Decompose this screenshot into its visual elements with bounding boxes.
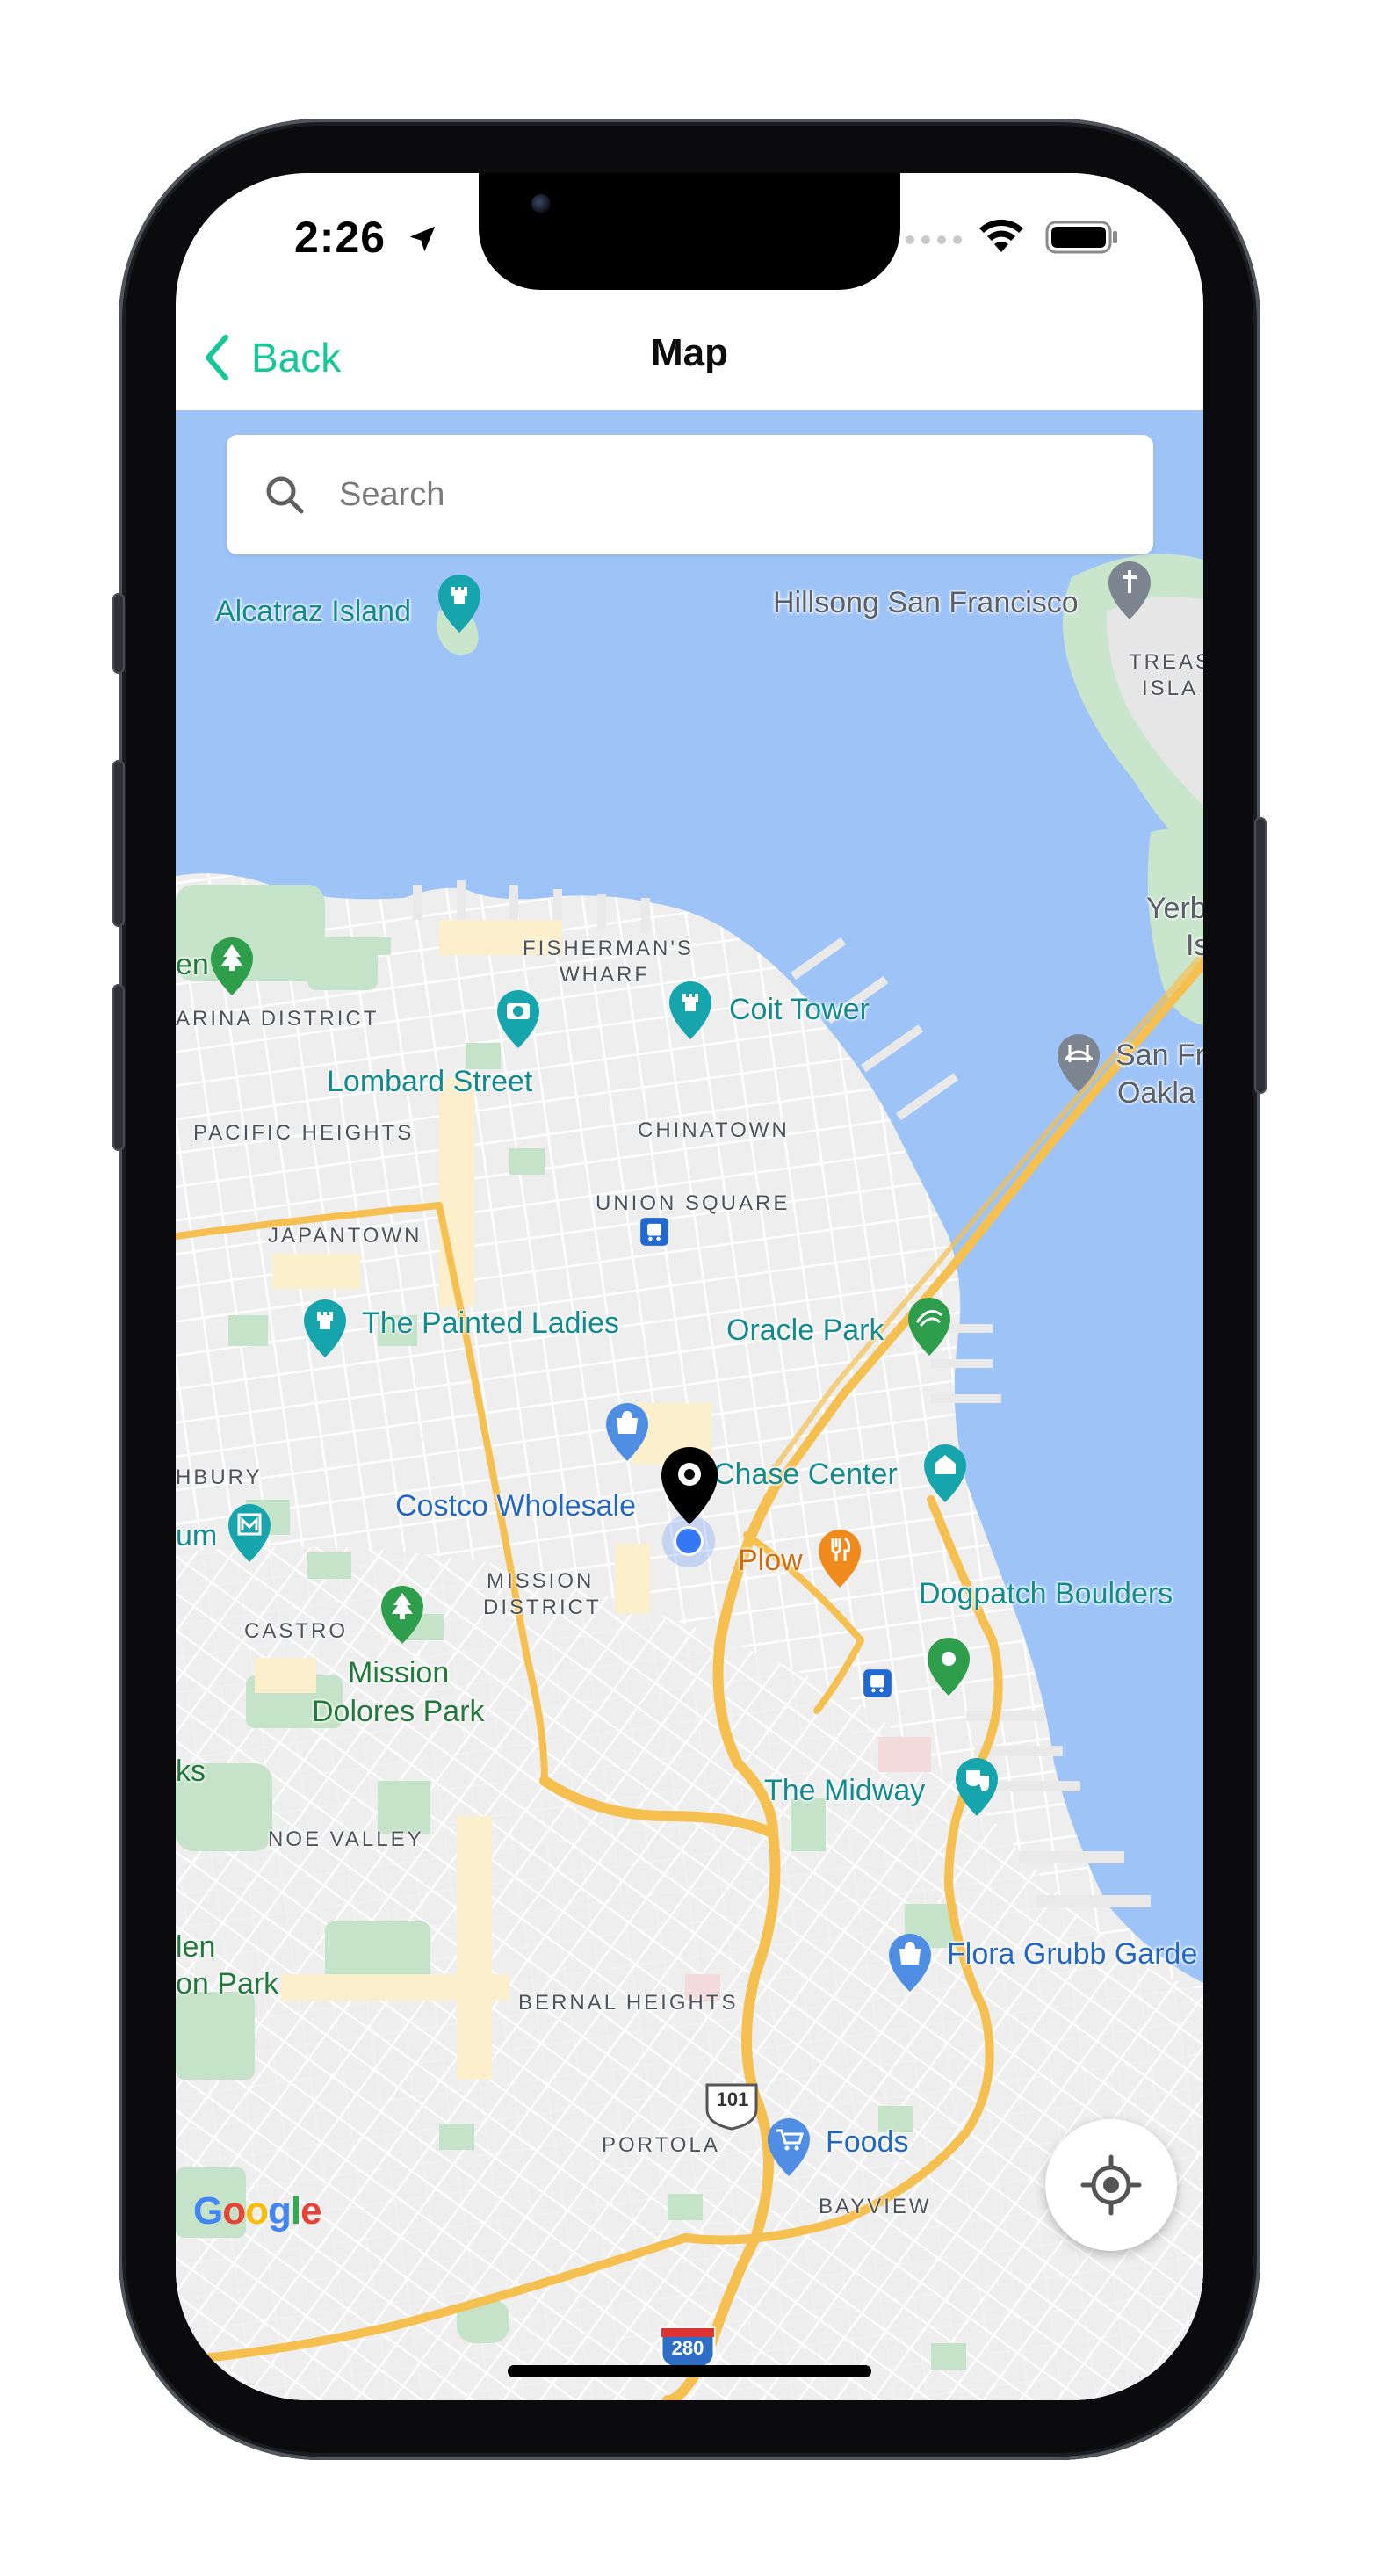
shopping-pin-icon[interactable] [885,1932,935,1994]
park-pin-icon[interactable] [378,1584,427,1646]
crosshair-icon [1080,2154,1142,2216]
transit-icon[interactable] [639,1217,669,1247]
place-lombard-street[interactable]: Lombard Street [327,1065,532,1099]
search-input[interactable] [337,459,1153,531]
tower-pin-icon[interactable] [666,980,715,1041]
mute-switch [112,593,125,674]
home-indicator[interactable] [508,2365,871,2377]
place-museum-partial[interactable]: um [176,1519,217,1553]
place-glen-park-1[interactable]: len [176,1930,215,1965]
volume-down-button [112,984,125,1151]
map-view[interactable]: Alcatraz Island Hillsong San Francisco T… [176,410,1203,2400]
museum-pin-icon[interactable] [225,1502,274,1564]
district-japantown: JAPANTOWN [268,1224,422,1248]
place-foods[interactable]: Foods [826,2125,909,2160]
theater-pin-icon[interactable] [952,1756,1001,1818]
phone-screen: 2:26 Back Map Search Alcatraz Island Hil… [176,173,1203,2400]
search-icon [266,476,304,514]
restaurant-pin-icon[interactable] [815,1528,864,1589]
battery-icon [1045,221,1117,254]
place-chase-center[interactable]: Chase Center [713,1458,898,1492]
place-the-midway[interactable]: The Midway [764,1774,925,1808]
tower-pin-icon[interactable] [435,573,484,634]
place-oracle-park[interactable]: Oracle Park [726,1313,884,1348]
place-flora-grubb[interactable]: Flora Grubb Garde [947,1937,1197,1972]
district-pacific-heights: PACIFIC HEIGHTS [193,1121,415,1145]
search-bar[interactable] [227,435,1153,554]
place-hillsong[interactable]: Hillsong San Francisco [773,586,1079,620]
bridge-pin-icon[interactable] [1054,1032,1103,1094]
navigation-bar: Back Map [176,305,1203,410]
transit-icon[interactable] [863,1668,892,1698]
highway-280-label: 280 [671,2337,704,2359]
place-sf-oakland-2[interactable]: Oakla [1117,1076,1195,1111]
place-costco[interactable]: Costco Wholesale [395,1489,636,1523]
place-mission-dolores-1[interactable]: Mission [348,1656,449,1690]
place-painted-ladies[interactable]: The Painted Ladies [362,1306,619,1341]
camera-pin-icon[interactable] [494,988,543,1050]
volume-up-button [112,760,125,927]
district-marina: ARINA DISTRICT [176,1007,379,1031]
church-pin-icon[interactable] [1105,560,1154,621]
place-plow[interactable]: Plow [738,1544,803,1578]
district-chinatown: CHINATOWN [638,1118,790,1142]
map-background [176,410,1203,2400]
highway-101-label: 101 [716,2088,749,2110]
district-fishermans-wharf-2: WHARF [560,963,650,987]
district-union-square: UNION SQUARE [596,1191,791,1215]
notch [479,173,900,290]
district-fishermans-wharf-1: FISHERMAN'S [523,937,694,960]
district-treasure-island-2: ISLA [1142,677,1199,700]
district-portola: PORTOLA [602,2133,720,2157]
page-title: Map [651,331,728,374]
wifi-icon [979,219,1023,252]
park-pin-icon[interactable] [207,936,256,997]
district-bernal-heights: BERNAL HEIGHTS [518,1991,739,2015]
district-noe-valley: NOE VALLEY [268,1827,424,1851]
district-castro: CASTRO [244,1619,349,1643]
shopping-pin-icon[interactable] [603,1401,652,1463]
district-mission-1: MISSION [487,1569,595,1593]
district-treasure-island-1: TREAS [1129,650,1203,674]
place-pin-icon[interactable] [924,1636,973,1697]
place-coit-tower[interactable]: Coit Tower [729,993,870,1027]
place-glen-park-2[interactable]: on Park [176,1967,278,2001]
arena-pin-icon[interactable] [921,1443,970,1504]
place-alcatraz-island[interactable]: Alcatraz Island [215,595,411,629]
power-button [1254,817,1267,1094]
shopping-pin-icon[interactable] [764,2117,813,2178]
place-twin-peaks-partial[interactable]: ks [176,1755,206,1789]
signal-dots-icon [906,235,962,244]
tower-pin-icon[interactable] [300,1298,350,1359]
location-arrow-icon [409,226,436,252]
stadium-pin-icon[interactable] [905,1296,954,1357]
district-mission-2: DISTRICT [483,1596,602,1619]
place-golden-gate-partial[interactable]: en [176,948,209,982]
district-bayview: BAYVIEW [819,2195,932,2218]
my-location-button[interactable] [1045,2119,1177,2251]
google-logo: Google [193,2189,322,2232]
place-dogpatch-boulders[interactable]: Dogpatch Boulders [919,1577,1173,1611]
district-haight-ashbury: HBURY [176,1465,263,1489]
place-mission-dolores-2[interactable]: Dolores Park [312,1695,485,1729]
place-sf-oakland-1[interactable]: San Fr [1115,1038,1203,1073]
front-camera [531,194,551,213]
place-yerba-buena-1[interactable]: Yerb [1146,892,1203,926]
place-yerba-buena-2[interactable]: Is [1186,929,1203,963]
status-time: 2:26 [294,213,386,262]
selected-location-pin-icon[interactable] [659,1445,720,1526]
